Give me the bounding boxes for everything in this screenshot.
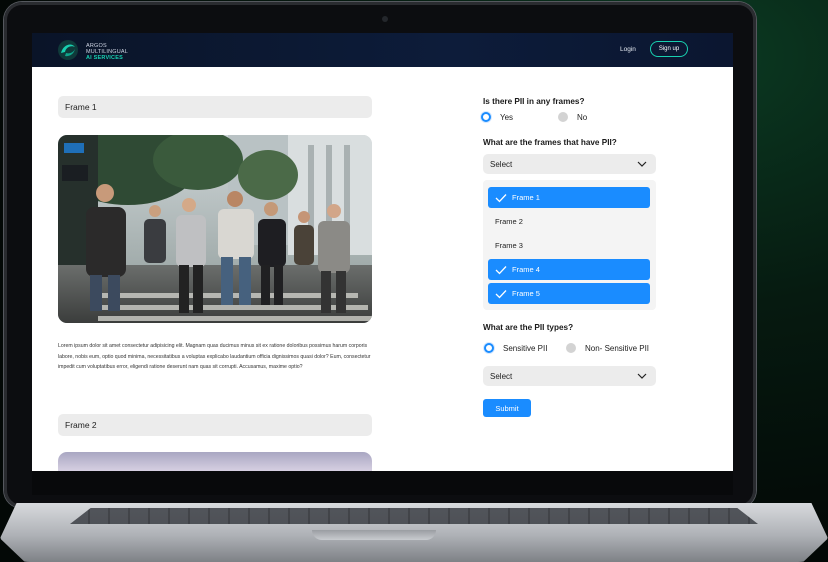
keyboard: [70, 508, 758, 524]
frame-option-3-label: Frame 3: [495, 241, 523, 250]
frame-option-2[interactable]: Frame 2: [488, 211, 650, 232]
radio-yes-label: Yes: [500, 112, 514, 122]
question-pii: Is there PII in any frames?: [483, 97, 585, 106]
argos-logo-icon: [58, 40, 78, 60]
radio-no-indicator[interactable]: [558, 112, 568, 122]
frame-option-1[interactable]: Frame 1: [488, 187, 650, 208]
radio-no-label: No: [577, 112, 588, 122]
radio-sensitive-label: Sensitive PII: [503, 343, 548, 353]
app-screen: ARGOS MULTILINGUAL AI SERVICES Login Sig…: [32, 33, 733, 471]
radio-non-sensitive[interactable]: Non- Sensitive PII: [566, 343, 649, 353]
check-icon: [495, 193, 507, 202]
chevron-down-icon: [637, 161, 647, 167]
radio-sensitive[interactable]: Sensitive PII: [484, 343, 547, 353]
frames-select-value: Select: [490, 159, 513, 169]
frame-option-1-label: Frame 1: [512, 193, 540, 202]
radio-sensitive-indicator[interactable]: [484, 343, 494, 353]
login-link[interactable]: Login: [620, 46, 636, 53]
pii-types-select[interactable]: Select: [483, 366, 656, 386]
brand-name: ARGOS MULTILINGUAL AI SERVICES: [86, 43, 128, 61]
radio-yes[interactable]: Yes: [481, 112, 513, 122]
radio-non-sensitive-indicator[interactable]: [566, 343, 576, 353]
frames-listbox: Frame 1 Frame 2 Frame 3 Frame 4 Frame 5: [483, 180, 656, 310]
frames-select[interactable]: Select: [483, 154, 656, 174]
frame-1-description: Lorem ipsum dolor sit amet consectetur a…: [58, 343, 371, 370]
question-frames: What are the frames that have PII?: [483, 138, 617, 147]
frame-option-2-label: Frame 2: [495, 217, 523, 226]
frame-2-image[interactable]: [58, 452, 372, 471]
frame-1-title: Frame 1: [58, 96, 372, 118]
frame-2-title: Frame 2: [58, 414, 372, 436]
radio-yes-indicator[interactable]: [481, 112, 491, 122]
submit-button[interactable]: Submit: [483, 399, 531, 417]
question-pii-types: What are the PII types?: [483, 323, 574, 332]
radio-non-sensitive-label: Non- Sensitive PII: [585, 343, 650, 353]
top-nav: ARGOS MULTILINGUAL AI SERVICES Login Sig…: [32, 33, 733, 67]
brand-line-3: AI SERVICES: [86, 55, 123, 61]
radio-no[interactable]: No: [558, 112, 587, 122]
frame-option-5-label: Frame 5: [512, 289, 540, 298]
frame-option-5[interactable]: Frame 5: [488, 283, 650, 304]
lid-notch: [312, 530, 436, 540]
frame-option-3[interactable]: Frame 3: [488, 235, 650, 256]
check-icon: [495, 289, 507, 298]
check-icon: [495, 265, 507, 274]
webcam: [382, 16, 388, 22]
frame-option-4-label: Frame 4: [512, 265, 540, 274]
frame-option-4[interactable]: Frame 4: [488, 259, 650, 280]
pii-types-select-value: Select: [490, 371, 513, 381]
screen-bezel: [32, 471, 733, 495]
chevron-down-icon: [637, 373, 647, 379]
signup-button[interactable]: Sign up: [650, 41, 688, 57]
street-crowd-photo: [58, 135, 372, 323]
frame-1-image[interactable]: [58, 135, 372, 323]
